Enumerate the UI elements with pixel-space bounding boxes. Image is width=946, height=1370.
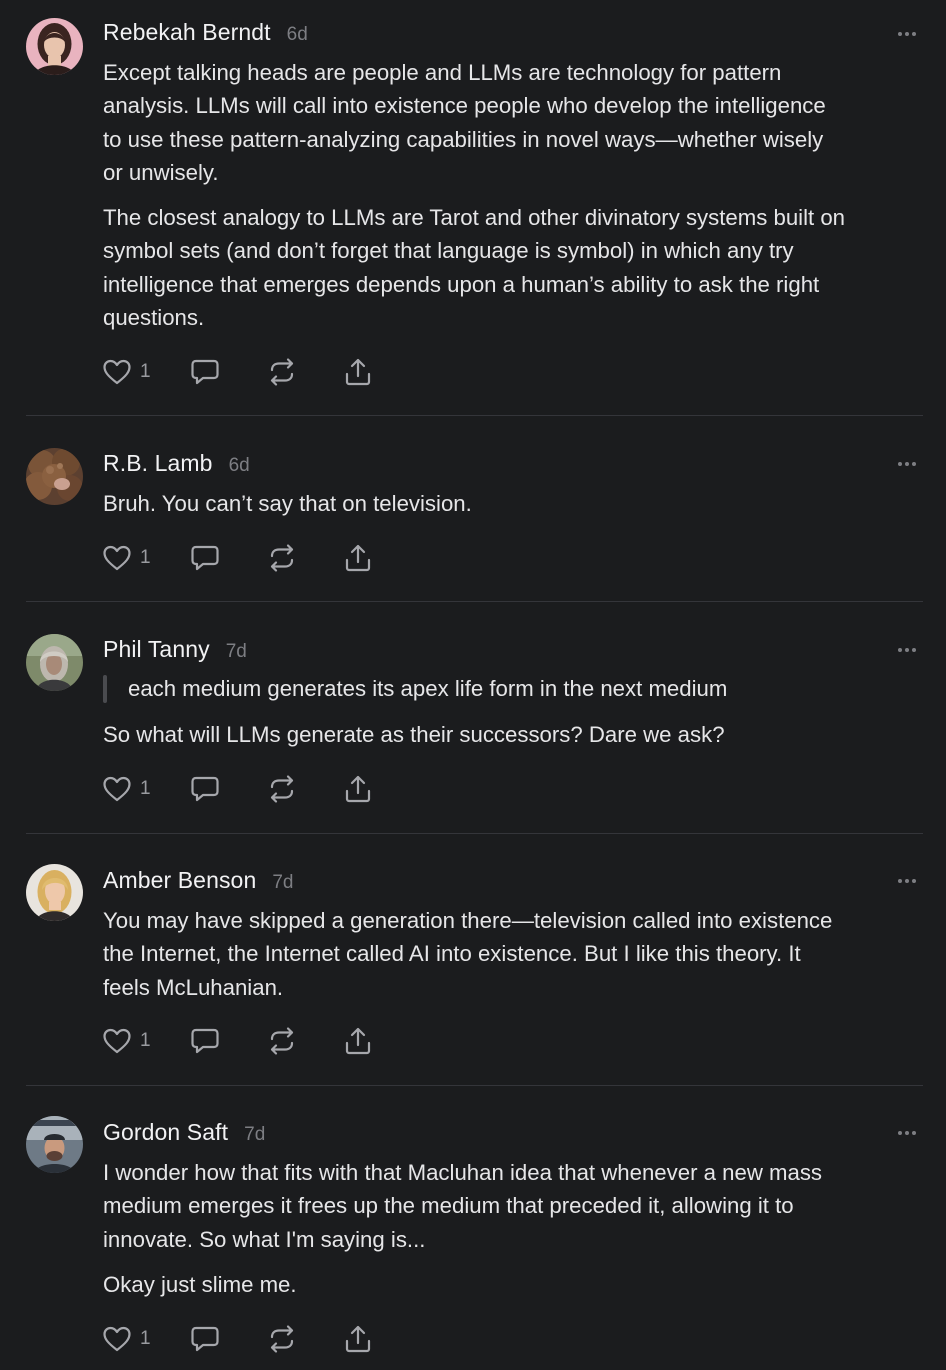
more-dots-icon[interactable]	[892, 1125, 922, 1141]
share-icon	[345, 544, 371, 572]
like-count: 1	[140, 547, 151, 568]
avatar[interactable]	[26, 18, 83, 75]
comment-actions: 1	[100, 541, 390, 575]
author-name[interactable]: Rebekah Berndt	[103, 19, 271, 46]
more-dots-icon[interactable]	[892, 26, 922, 42]
reply-button[interactable]	[190, 541, 220, 575]
restack-button[interactable]	[267, 355, 297, 389]
like-button[interactable]: 1	[102, 541, 151, 575]
avatar[interactable]	[26, 634, 83, 691]
comment-actions: 1	[100, 355, 390, 389]
blockquote: each medium generates its apex life form…	[103, 674, 903, 704]
author-line: Phil Tanny 7d	[103, 636, 247, 666]
heart-icon	[103, 545, 131, 571]
like-count: 1	[140, 1030, 151, 1051]
avatar[interactable]	[26, 1116, 83, 1173]
share-button[interactable]	[343, 541, 373, 575]
comment-bubble-icon	[191, 545, 219, 571]
like-count: 1	[140, 778, 151, 799]
comment-actions: 1	[100, 772, 390, 806]
comment-paragraph: You may have skipped a generation there—…	[103, 908, 833, 1000]
comment: Amber Benson 7d You may have skipped a g…	[0, 834, 946, 1084]
timestamp[interactable]: 7d	[244, 1124, 265, 1146]
restack-button[interactable]	[267, 541, 297, 575]
avatar-image	[26, 864, 83, 921]
restack-icon	[270, 358, 294, 386]
author-line: Rebekah Berndt 6d	[103, 19, 308, 49]
timestamp[interactable]: 6d	[229, 455, 250, 477]
restack-button[interactable]	[267, 1322, 297, 1356]
restack-button[interactable]	[267, 1024, 297, 1058]
author-line: R.B. Lamb 6d	[103, 450, 250, 480]
comment-bubble-icon	[191, 359, 219, 385]
quote-bar	[103, 675, 107, 703]
like-count: 1	[140, 1328, 151, 1349]
heart-icon	[103, 359, 131, 385]
author-name[interactable]: Phil Tanny	[103, 636, 210, 663]
timestamp[interactable]: 7d	[226, 641, 247, 663]
author-line: Gordon Saft 7d	[103, 1119, 265, 1149]
avatar[interactable]	[26, 448, 83, 505]
restack-icon	[270, 1325, 294, 1353]
heart-icon	[103, 776, 131, 802]
more-dots-icon[interactable]	[892, 642, 922, 658]
like-count: 1	[140, 361, 151, 382]
share-button[interactable]	[343, 355, 373, 389]
author-name[interactable]: R.B. Lamb	[103, 450, 213, 477]
reply-button[interactable]	[190, 355, 220, 389]
reply-button[interactable]	[190, 772, 220, 806]
avatar-image	[26, 634, 83, 691]
author-name[interactable]: Gordon Saft	[103, 1119, 228, 1146]
comment-bubble-icon	[191, 776, 219, 802]
heart-icon	[103, 1326, 131, 1352]
restack-icon	[270, 1027, 294, 1055]
comment: R.B. Lamb 6d Bruh. You can’t say that on…	[0, 416, 946, 600]
share-icon	[345, 358, 371, 386]
avatar-image	[26, 1116, 83, 1173]
share-icon	[345, 1027, 371, 1055]
share-button[interactable]	[343, 772, 373, 806]
share-icon	[345, 775, 371, 803]
heart-icon	[103, 1028, 131, 1054]
more-dots-icon[interactable]	[892, 456, 922, 472]
comment-bubble-icon	[191, 1028, 219, 1054]
comment-paragraph: Except talking heads are people and LLMs…	[103, 60, 826, 186]
comment-bubble-icon	[191, 1326, 219, 1352]
comment: Phil Tanny 7d each medium generates its …	[0, 602, 946, 832]
share-icon	[345, 1325, 371, 1353]
comment-paragraph: Bruh. You can’t say that on television.	[103, 491, 472, 516]
share-button[interactable]	[343, 1322, 373, 1356]
avatar[interactable]	[26, 864, 83, 921]
like-button[interactable]: 1	[102, 772, 151, 806]
restack-icon	[270, 544, 294, 572]
comment-paragraph: I wonder how that fits with that Macluha…	[103, 1160, 823, 1252]
avatar-image	[26, 448, 83, 505]
reply-button[interactable]	[190, 1024, 220, 1058]
timestamp[interactable]: 6d	[287, 24, 308, 46]
comment-paragraph: So what will LLMs generate as their succ…	[103, 722, 725, 747]
comment-paragraph: Okay just slime me.	[103, 1272, 297, 1297]
avatar-image	[26, 18, 83, 75]
comment: Rebekah Berndt 6d Except talking heads a…	[0, 0, 946, 415]
comment-actions: 1	[100, 1024, 390, 1058]
restack-icon	[270, 775, 294, 803]
restack-button[interactable]	[267, 772, 297, 806]
like-button[interactable]: 1	[102, 355, 151, 389]
more-dots-icon[interactable]	[892, 873, 922, 889]
like-button[interactable]: 1	[102, 1322, 151, 1356]
author-name[interactable]: Amber Benson	[103, 867, 256, 894]
share-button[interactable]	[343, 1024, 373, 1058]
comment-paragraph: The closest analogy to LLMs are Tarot an…	[103, 205, 846, 331]
quote-text: each medium generates its apex life form…	[128, 676, 728, 701]
comment-actions: 1	[100, 1322, 390, 1356]
comment: Gordon Saft 7d I wonder how that fits wi…	[0, 1086, 946, 1370]
like-button[interactable]: 1	[102, 1024, 151, 1058]
reply-button[interactable]	[190, 1322, 220, 1356]
timestamp[interactable]: 7d	[272, 872, 293, 894]
author-line: Amber Benson 7d	[103, 867, 293, 897]
